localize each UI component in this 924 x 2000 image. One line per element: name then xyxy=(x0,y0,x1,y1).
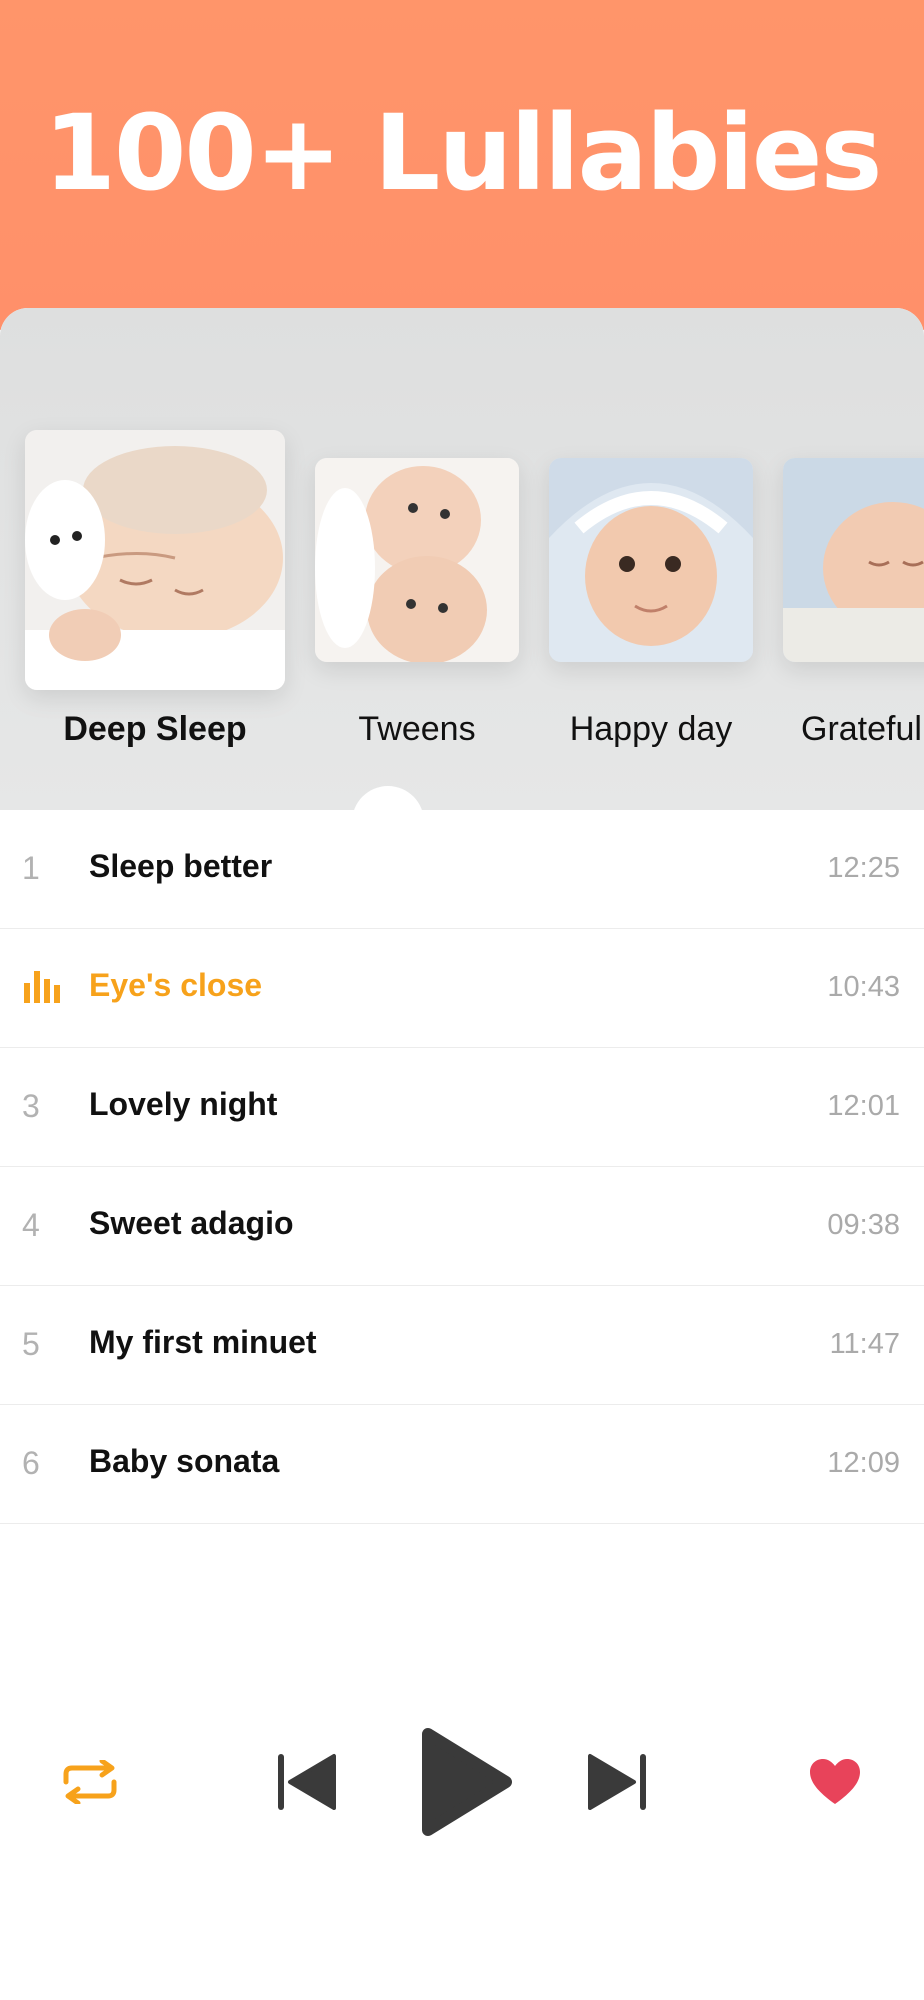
track-title: Baby sonata xyxy=(89,1443,280,1479)
repeat-icon[interactable] xyxy=(60,1760,120,1804)
category-image-tweens[interactable] xyxy=(315,458,519,662)
track-duration: 12:25 xyxy=(827,852,900,884)
category-image-happy-day[interactable] xyxy=(549,458,753,662)
track-number: 5 xyxy=(22,1326,40,1362)
track-duration: 12:01 xyxy=(827,1090,900,1122)
category-label: Grateful xyxy=(801,710,922,748)
track-row[interactable]: 1 Sleep better 12:25 xyxy=(0,810,924,929)
track-row[interactable]: 4 Sweet adagio 09:38 xyxy=(0,1167,924,1286)
play-icon[interactable] xyxy=(418,1726,514,1838)
track-title: Sweet adagio xyxy=(89,1205,294,1241)
track-row[interactable]: 3 Lovely night 12:01 xyxy=(0,1048,924,1167)
category-label: Deep Sleep xyxy=(63,710,247,748)
category-image-deep-sleep[interactable] xyxy=(25,430,285,690)
track-duration: 10:43 xyxy=(827,971,900,1003)
header-banner: 100+ Lullabies xyxy=(0,0,924,330)
track-title: Eye's close xyxy=(89,967,263,1003)
category-image-grateful[interactable] xyxy=(783,458,924,662)
track-number: 1 xyxy=(22,850,40,886)
page-title: 100+ Lullabies xyxy=(43,92,883,214)
skip-previous-icon[interactable] xyxy=(276,1752,338,1812)
player-controls xyxy=(0,1690,924,1870)
track-duration: 11:47 xyxy=(829,1328,900,1360)
track-list: 1 Sleep better 12:25 Eye's close 10:43 3… xyxy=(0,810,924,1524)
category-carousel[interactable]: Deep Sleep Tweens Happy day Grateful xyxy=(0,308,924,822)
track-row[interactable]: 6 Baby sonata 12:09 xyxy=(0,1405,924,1524)
track-row-playing[interactable]: Eye's close 10:43 xyxy=(0,929,924,1048)
skip-next-icon[interactable] xyxy=(586,1752,648,1812)
track-title: Sleep better xyxy=(89,848,273,884)
track-row[interactable]: 5 My first minuet 11:47 xyxy=(0,1286,924,1405)
track-number: 3 xyxy=(22,1088,40,1124)
category-label: Tweens xyxy=(358,710,476,748)
equalizer-icon xyxy=(24,971,60,1003)
track-duration: 09:38 xyxy=(827,1209,900,1241)
track-title: Lovely night xyxy=(89,1086,278,1122)
track-title: My first minuet xyxy=(89,1324,317,1360)
category-label: Happy day xyxy=(569,710,733,748)
track-number: 6 xyxy=(22,1445,40,1481)
track-number: 4 xyxy=(22,1207,40,1243)
heart-icon[interactable] xyxy=(808,1758,862,1806)
track-duration: 12:09 xyxy=(827,1447,900,1479)
